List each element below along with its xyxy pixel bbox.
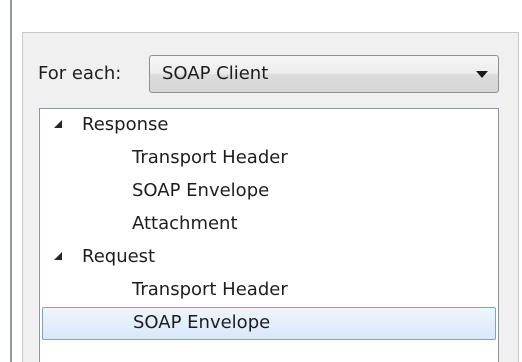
expanded-triangle-icon[interactable] — [54, 120, 62, 128]
window-edge — [10, 0, 12, 362]
tree-item-soap-envelope-selected[interactable]: SOAP Envelope — [42, 307, 496, 340]
tree-item-label: Transport Header — [132, 279, 288, 300]
tree-item-label: SOAP Envelope — [133, 312, 271, 333]
tree-node-label: Response — [82, 114, 169, 135]
chevron-down-icon[interactable] — [476, 71, 488, 78]
dialog-window: For each: SOAP Client Response Transport… — [0, 0, 522, 362]
tree-item-soap-envelope[interactable]: SOAP Envelope — [40, 175, 498, 208]
tree-item-transport-header[interactable]: Transport Header — [40, 274, 498, 307]
tree-item-label: SOAP Envelope — [132, 180, 270, 201]
for-each-selected-value: SOAP Client — [162, 63, 269, 84]
tree-item-label: Transport Header — [132, 147, 288, 168]
tree-node-label: Request — [82, 246, 156, 267]
tree-item-transport-header[interactable]: Transport Header — [40, 142, 498, 175]
for-each-dropdown[interactable]: SOAP Client — [149, 55, 499, 93]
tree-node-response[interactable]: Response — [40, 109, 498, 142]
tree-item-label: Attachment — [132, 213, 238, 234]
tree-node-request[interactable]: Request — [40, 241, 498, 274]
tree-item-attachment[interactable]: Attachment — [40, 208, 498, 241]
expanded-triangle-icon[interactable] — [54, 252, 62, 260]
for-each-label: For each: — [38, 63, 122, 84]
message-tree[interactable]: Response Transport Header SOAP Envelope … — [39, 108, 499, 362]
